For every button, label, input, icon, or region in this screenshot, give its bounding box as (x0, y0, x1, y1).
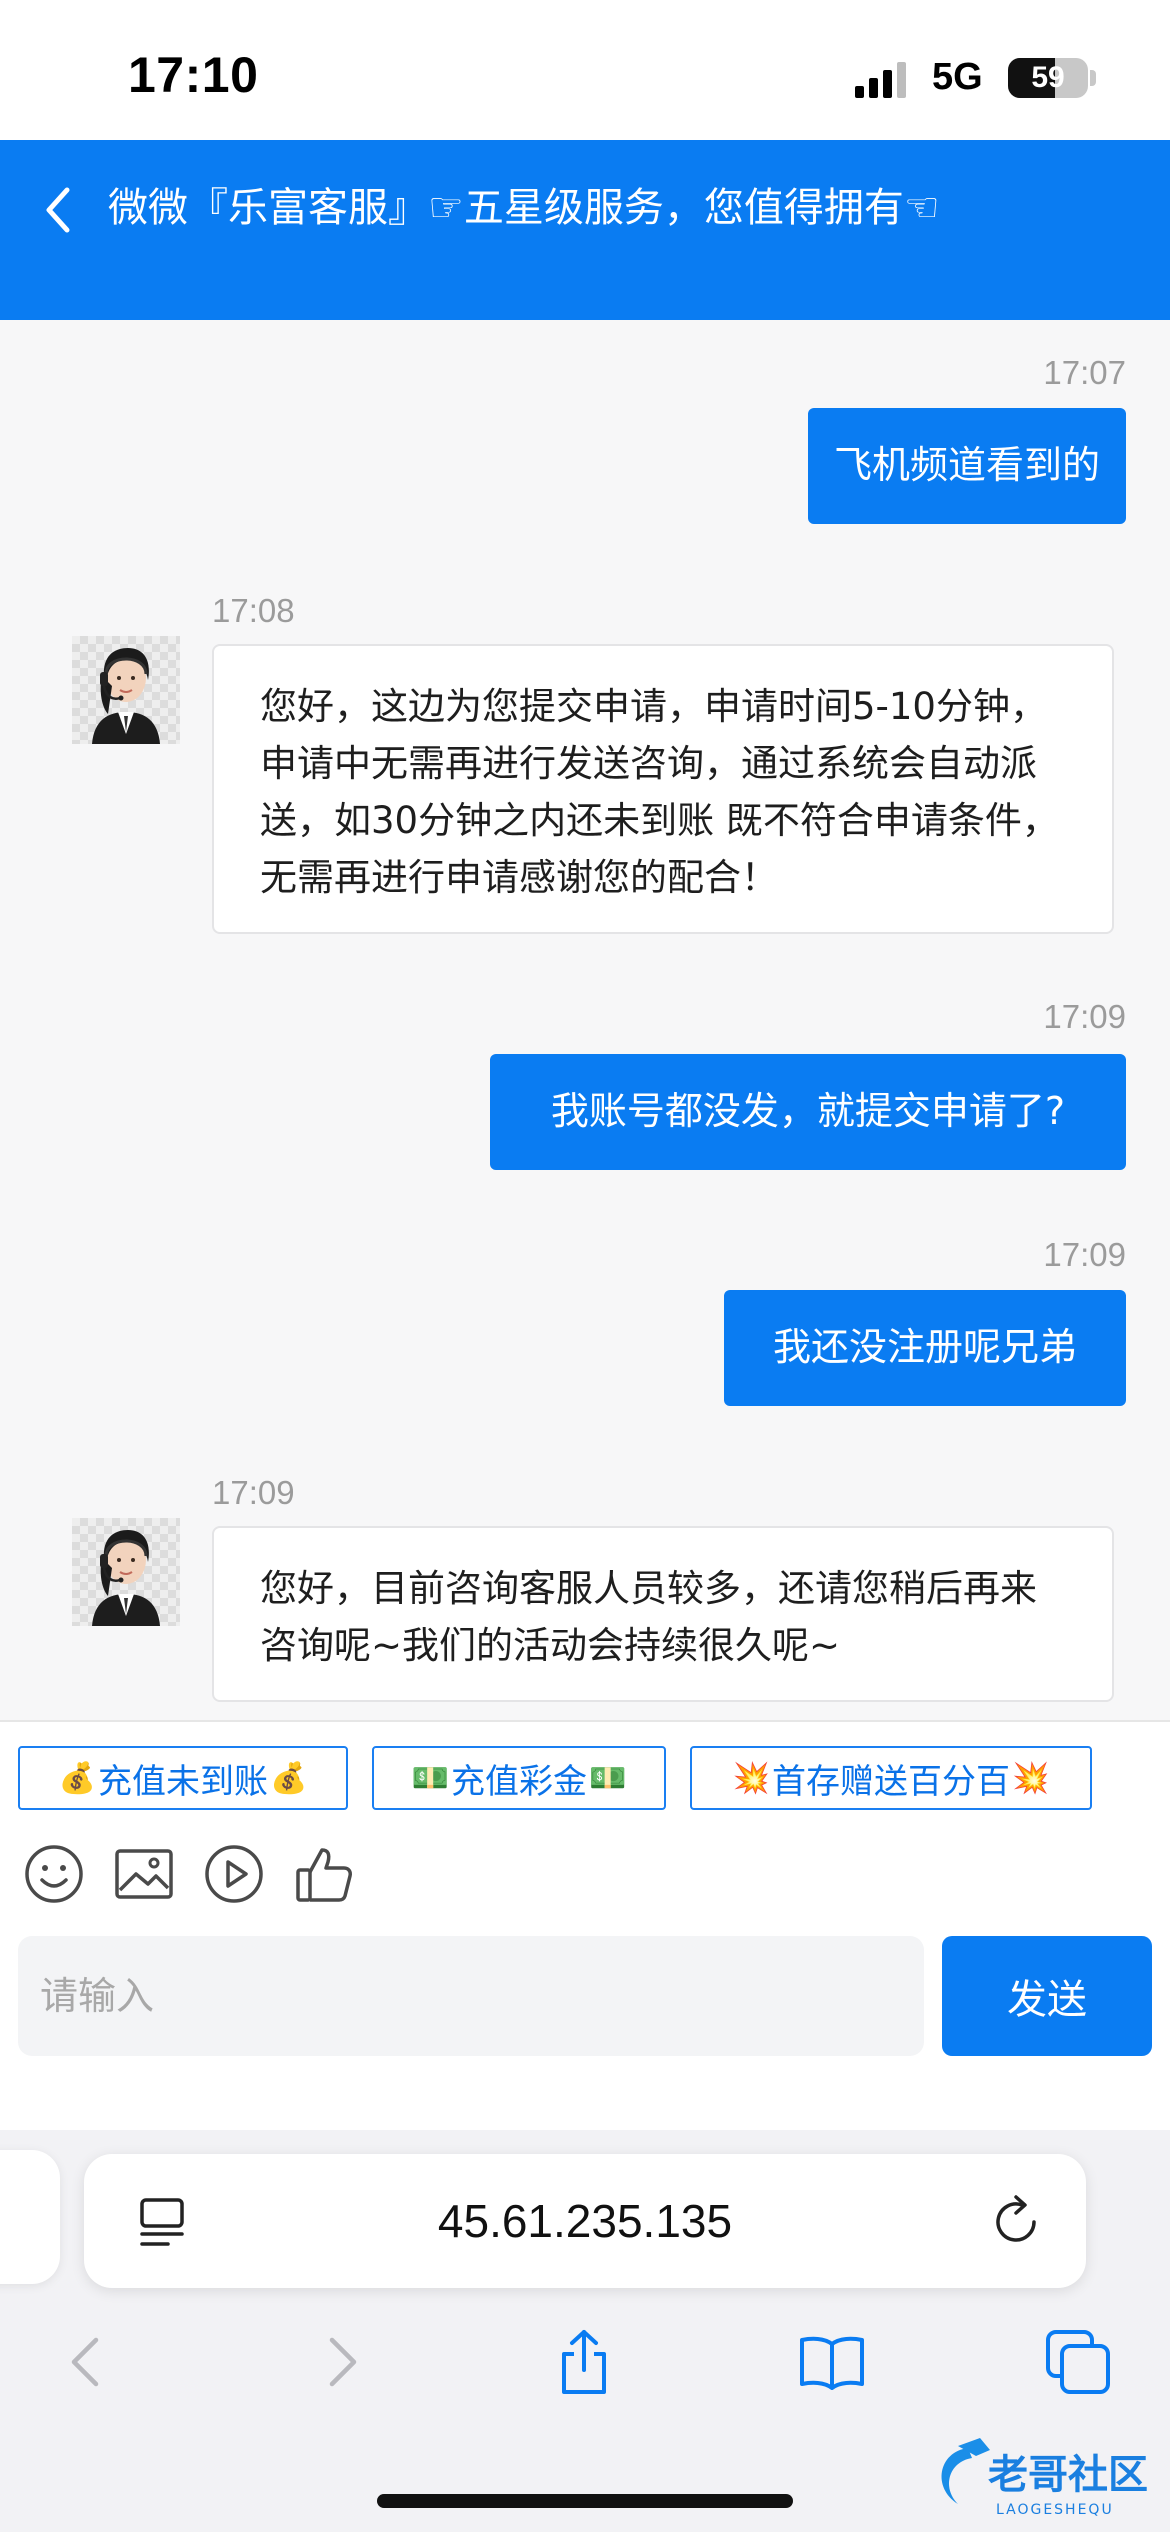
network-type: 5G (932, 56, 983, 98)
message-timestamp: 17:08 (212, 592, 295, 629)
back-button[interactable] (30, 170, 86, 250)
cellular-signal-icon (855, 62, 906, 98)
tabs-icon[interactable] (1042, 2326, 1114, 2398)
watermark-text: 老哥社区 (988, 2452, 1148, 2498)
message-input[interactable] (18, 1936, 924, 2056)
home-indicator (377, 2494, 793, 2508)
outgoing-message[interactable]: 我账号都没发，就提交申请了? (490, 1054, 1126, 1170)
watermark-logo: 老哥社区 LAOGESHEQU (941, 2438, 1148, 2518)
quick-reply-first-deposit[interactable]: 💥 首存赠送百分百 💥 (690, 1746, 1092, 1810)
bookmarks-icon[interactable] (796, 2326, 868, 2398)
page-title: 微微『乐富客服』☞五星级服务，您值得拥有☜ (108, 185, 940, 231)
money-bag-icon: 💰 (270, 1760, 308, 1796)
message-timestamp: 17:09 (1043, 1236, 1126, 1273)
emoji-icon[interactable] (22, 1842, 86, 1906)
back-nav-icon[interactable] (52, 2326, 124, 2398)
message-timestamp: 17:09 (212, 1474, 295, 1511)
battery-nub (1090, 70, 1096, 86)
money-bag-icon: 💰 (58, 1760, 96, 1796)
banknote-icon: 💵 (411, 1760, 449, 1796)
customer-service-avatar-icon (92, 1530, 160, 1626)
quick-reply-label: 充值彩金 (451, 1761, 587, 1802)
previous-tab-preview[interactable] (0, 2150, 60, 2284)
share-icon[interactable] (548, 2326, 620, 2398)
video-icon[interactable] (202, 1842, 266, 1906)
send-button[interactable]: 发送 (942, 1936, 1152, 2056)
address-bar[interactable]: 45.61.235.135 (84, 2154, 1086, 2288)
chat-messages[interactable]: 17:07 飞机频道看到的 17:08 您好，这边为您提交申请，申请时间5-10… (0, 320, 1170, 1720)
chat-header: 微微『乐富客服』☞五星级服务，您值得拥有☜ (0, 140, 1170, 320)
agent-avatar (72, 636, 180, 744)
collision-icon: 💥 (732, 1760, 770, 1796)
message-timestamp: 17:07 (1043, 354, 1126, 391)
collision-icon: 💥 (1012, 1760, 1050, 1796)
watermark-subtext: LAOGESHEQU (996, 2502, 1114, 2518)
incoming-message[interactable]: 您好，这边为您提交申请，申请时间5-10分钟，申请中无需再进行发送咨询，通过系统… (212, 644, 1114, 934)
message-timestamp: 17:09 (1043, 998, 1126, 1035)
forward-nav-icon[interactable] (304, 2326, 376, 2398)
status-time: 17:10 (128, 47, 259, 103)
outgoing-message[interactable]: 飞机频道看到的 (808, 408, 1126, 524)
customer-service-avatar-icon (92, 648, 160, 744)
quick-reply-label: 首存赠送百分百 (772, 1761, 1010, 1802)
image-icon[interactable] (112, 1842, 176, 1906)
status-bar: 17:10 5G 59 (0, 0, 1170, 140)
url-text: 45.61.235.135 (437, 2195, 733, 2247)
chevron-left-icon (46, 187, 70, 233)
quick-reply-label: 充值未到账 (98, 1761, 268, 1802)
battery-level: 59 (1031, 61, 1065, 94)
input-panel: 💰 充值未到账 💰 💵 充值彩金 💵 💥 首存赠送百分百 💥 发送 (0, 1720, 1170, 2130)
banknote-icon: 💵 (589, 1760, 627, 1796)
agent-avatar (72, 1518, 180, 1626)
thumbs-up-icon[interactable] (292, 1842, 356, 1906)
reload-icon[interactable] (990, 2192, 1046, 2250)
quick-reply-recharge-missing[interactable]: 💰 充值未到账 💰 (18, 1746, 348, 1810)
quick-reply-recharge-bonus[interactable]: 💵 充值彩金 💵 (372, 1746, 666, 1810)
battery-icon: 59 (1008, 58, 1088, 98)
outgoing-message[interactable]: 我还没注册呢兄弟 (724, 1290, 1126, 1406)
incoming-message[interactable]: 您好，目前咨询客服人员较多，还请您稍后再来咨询呢~我们的活动会持续很久呢~ (212, 1526, 1114, 1702)
